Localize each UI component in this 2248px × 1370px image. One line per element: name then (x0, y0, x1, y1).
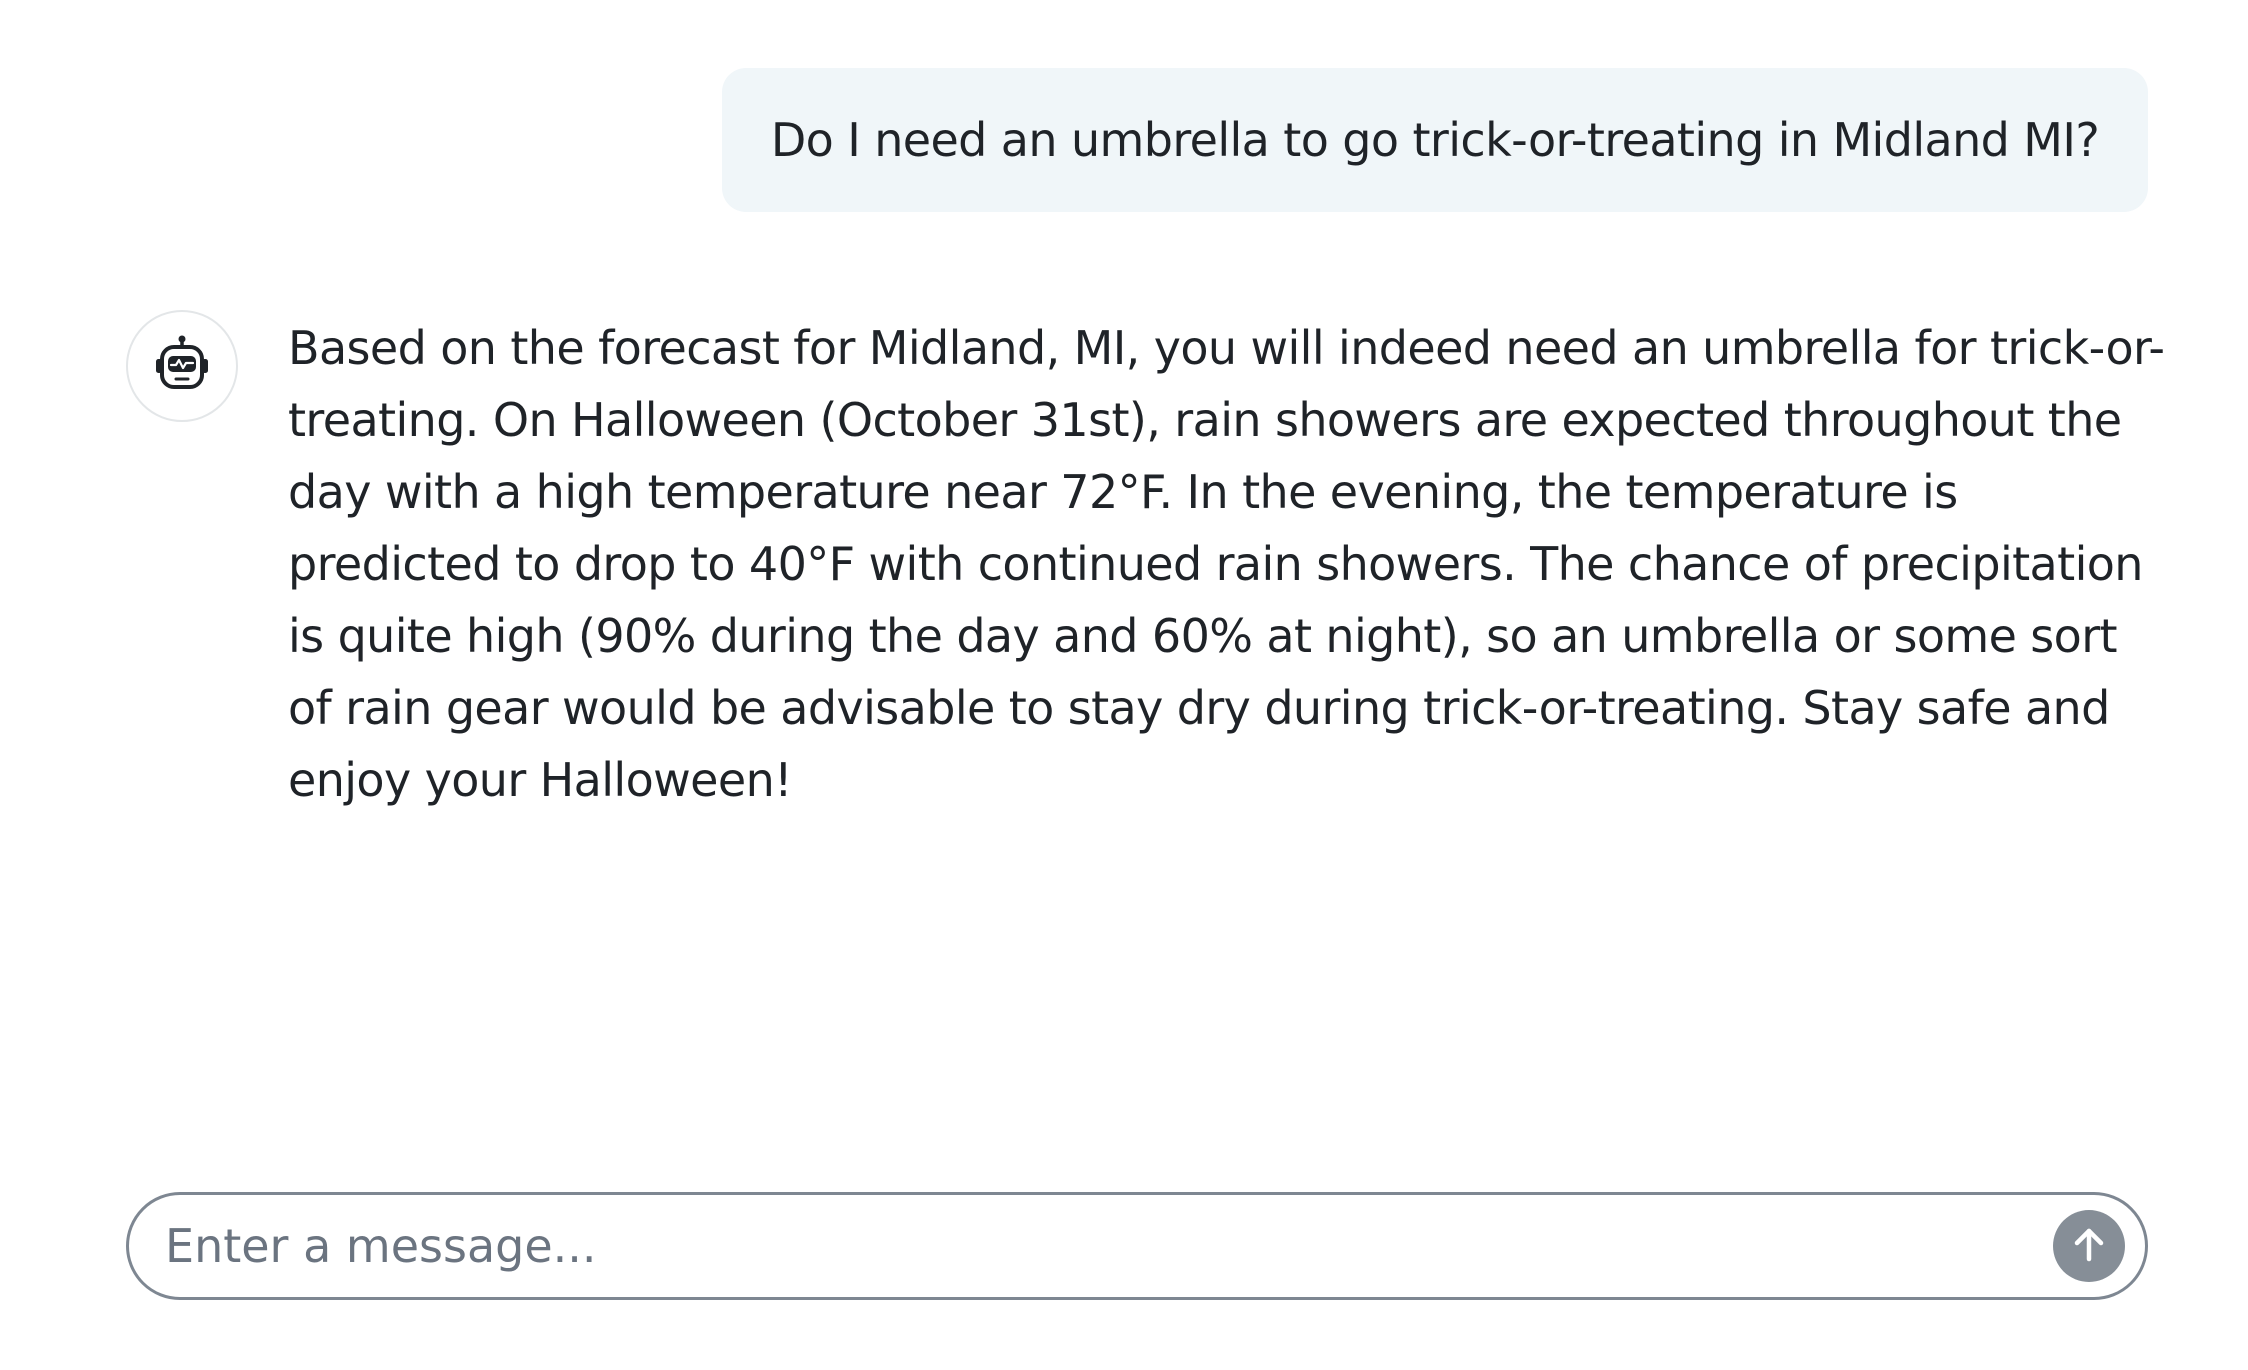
message-composer (126, 1192, 2148, 1300)
user-message-bubble: Do I need an umbrella to go trick-or-tre… (722, 68, 2148, 212)
robot-icon (152, 334, 212, 398)
send-button[interactable] (2053, 1210, 2125, 1282)
message-input[interactable] (165, 1195, 2045, 1297)
arrow-up-icon (2067, 1223, 2111, 1270)
chat-page: Do I need an umbrella to go trick-or-tre… (0, 0, 2248, 1370)
assistant-avatar (126, 310, 238, 422)
assistant-message-text: Based on the forecast for Midland, MI, y… (288, 321, 2165, 807)
user-message-text: Do I need an umbrella to go trick-or-tre… (770, 113, 2100, 167)
